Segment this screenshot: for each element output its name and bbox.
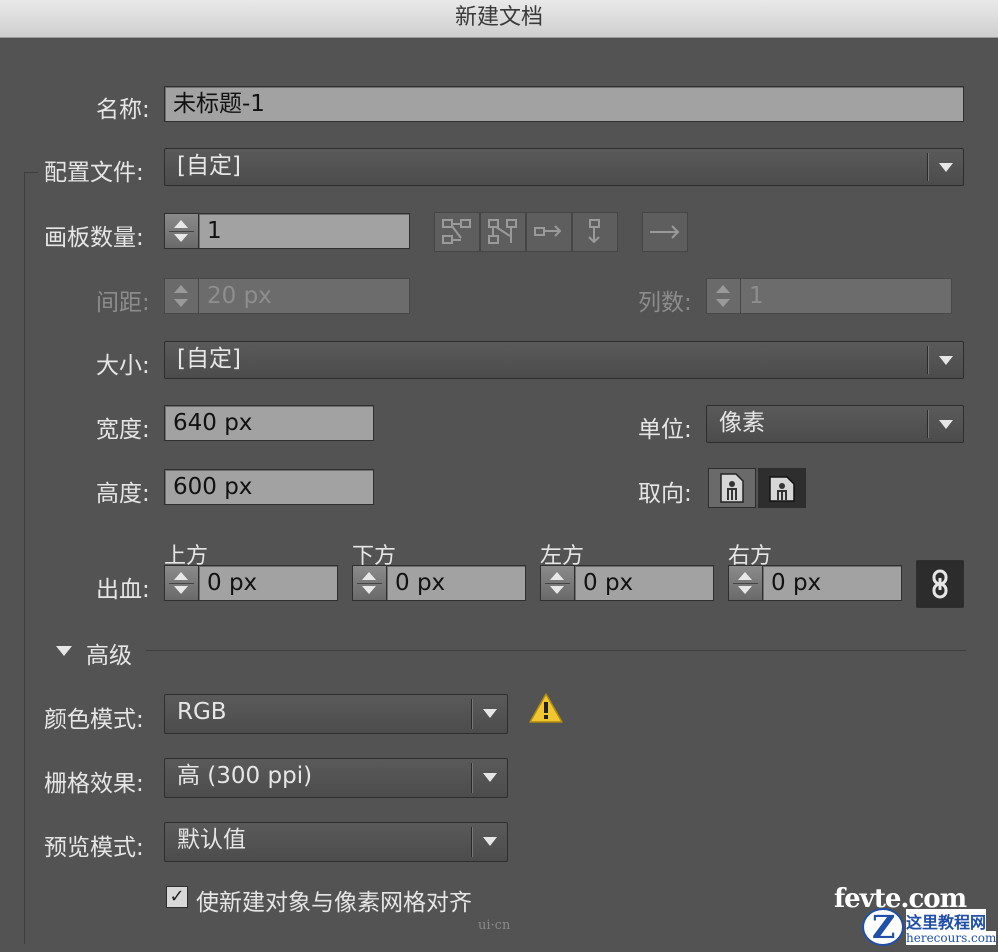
stepper-up-icon [362, 572, 376, 580]
width-label: 宽度: [96, 417, 150, 443]
color-mode-label: 颜色模式: [44, 707, 144, 733]
align-pixel-grid-checkbox[interactable]: ✓ [166, 886, 188, 908]
select-separator [471, 827, 473, 857]
chevron-down-icon [483, 837, 497, 846]
stepper-up-icon [174, 220, 188, 228]
profile-value: [自定] [177, 153, 241, 179]
stepper-up-icon [174, 285, 188, 293]
chevron-down-icon [483, 773, 497, 782]
bleed-bottom-input[interactable]: 0 px [386, 565, 526, 601]
select-separator [927, 410, 929, 438]
raster-effects-label: 栅格效果: [44, 771, 144, 797]
spacing-stepper[interactable] [164, 278, 198, 314]
artboard-count-label: 画板数量: [44, 225, 144, 251]
stepper-down-icon [362, 586, 376, 594]
units-select[interactable]: 像素 [706, 405, 964, 443]
size-select[interactable]: [自定] [164, 341, 964, 379]
select-separator [471, 699, 473, 729]
units-label: 单位: [638, 417, 692, 443]
color-mode-select[interactable]: RGB [164, 694, 508, 734]
size-label: 大小: [96, 353, 150, 379]
spacing-label: 间距: [96, 290, 150, 316]
preview-mode-select[interactable]: 默认值 [164, 822, 508, 862]
advanced-divider [146, 650, 966, 651]
arrange-by-column-icon[interactable] [572, 212, 618, 252]
columns-label: 列数: [638, 290, 692, 316]
columns-input[interactable]: 1 [740, 278, 952, 314]
grid-by-column-icon[interactable] [480, 212, 526, 252]
select-separator [471, 763, 473, 793]
bleed-left-input[interactable]: 0 px [574, 565, 714, 601]
profile-frame-tick [24, 172, 38, 173]
raster-effects-select[interactable]: 高 (300 ppi) [164, 758, 508, 798]
color-mode-value: RGB [177, 699, 227, 725]
right-to-left-arrow-icon[interactable] [642, 212, 688, 252]
height-input[interactable]: 600 px [164, 469, 374, 505]
name-label: 名称: [96, 97, 150, 123]
grid-by-row-icon[interactable] [434, 212, 480, 252]
disclosure-triangle-icon[interactable] [56, 646, 72, 656]
chevron-down-icon [939, 356, 953, 365]
profile-label: 配置文件: [44, 160, 144, 186]
orientation-label: 取向: [638, 481, 692, 507]
stepper-down-icon [174, 234, 188, 242]
portrait-icon[interactable] [708, 468, 756, 508]
stepper-down-icon [738, 586, 752, 594]
stepper-divider [169, 231, 194, 232]
stepper-divider [733, 583, 758, 584]
chevron-down-icon [939, 163, 953, 172]
bleed-right-input[interactable]: 0 px [762, 565, 902, 601]
select-separator [927, 346, 929, 374]
name-input[interactable]: 未标题-1 [164, 86, 964, 122]
stepper-down-icon [550, 586, 564, 594]
bleed-left-stepper[interactable] [540, 565, 574, 601]
select-separator [927, 153, 929, 181]
size-value: [自定] [177, 346, 241, 372]
preview-mode-label: 预览模式: [44, 835, 144, 861]
stepper-up-icon [738, 572, 752, 580]
chevron-down-icon [939, 420, 953, 429]
bleed-top-input[interactable]: 0 px [198, 565, 338, 601]
spacing-input[interactable]: 20 px [198, 278, 410, 314]
bleed-right-stepper[interactable] [728, 565, 762, 601]
units-value: 像素 [719, 410, 765, 436]
profile-select[interactable]: [自定] [164, 148, 964, 186]
width-input[interactable]: 640 px [164, 405, 374, 441]
bleed-label: 出血: [96, 577, 150, 603]
stepper-divider [169, 583, 194, 584]
site-logo: Z [862, 908, 904, 946]
artboard-count-input[interactable]: 1 [198, 213, 410, 249]
warning-triangle-icon [528, 692, 564, 728]
bleed-bottom-stepper[interactable] [352, 565, 386, 601]
artboard-count-stepper[interactable] [164, 213, 198, 249]
arrange-by-row-icon[interactable] [526, 212, 572, 252]
stepper-down-icon [716, 299, 730, 307]
site-en-watermark: herecours.com [906, 931, 997, 945]
landscape-icon[interactable] [758, 468, 806, 508]
bleed-top-stepper[interactable] [164, 565, 198, 601]
stepper-down-icon [174, 299, 188, 307]
raster-effects-value: 高 (300 ppi) [177, 763, 313, 789]
stepper-divider [545, 583, 570, 584]
stepper-up-icon [716, 285, 730, 293]
stepper-up-icon [174, 572, 188, 580]
window-title: 新建文档 [0, 0, 998, 38]
stepper-up-icon [550, 572, 564, 580]
height-label: 高度: [96, 481, 150, 507]
chevron-down-icon [483, 709, 497, 718]
ui-cn-watermark: ui·cn [478, 918, 511, 933]
align-pixel-grid-label[interactable]: 使新建对象与像素网格对齐 [196, 883, 472, 917]
chain-link-icon[interactable] [916, 560, 964, 608]
new-document-dialog: 名称: 未标题-1 配置文件: [自定] 画板数量: 1 间距: 20 px 列… [0, 38, 998, 952]
advanced-label[interactable]: 高级 [86, 636, 132, 670]
columns-stepper[interactable] [706, 278, 740, 314]
preview-mode-value: 默认值 [177, 827, 246, 853]
stepper-down-icon [174, 586, 188, 594]
stepper-divider [357, 583, 382, 584]
site-cn-watermark: 这里教程网 [906, 909, 987, 933]
